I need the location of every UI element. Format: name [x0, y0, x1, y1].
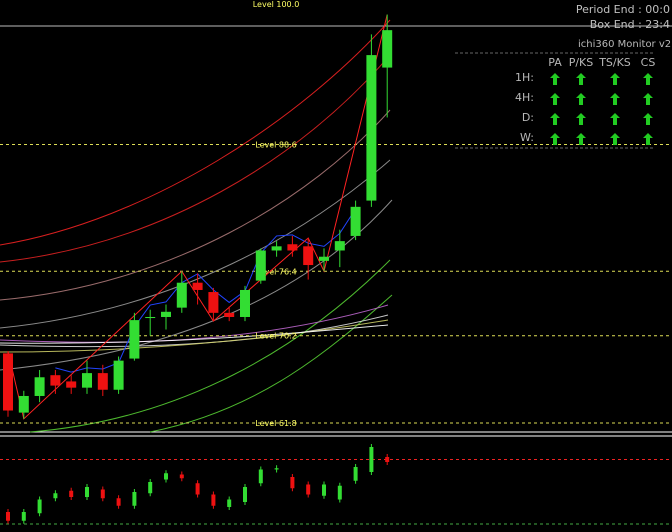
arrow-up-icon	[610, 73, 620, 85]
oscillator-bar	[69, 490, 74, 497]
arrow-up-icon	[576, 133, 586, 145]
candle-body	[192, 282, 203, 290]
arrow-up-icon	[576, 73, 586, 85]
oscillator-bar	[148, 482, 153, 494]
envelope-curve	[0, 304, 389, 343]
fib-level-label: Level 61.8	[255, 419, 296, 428]
candle-body	[161, 311, 171, 317]
candle-body	[113, 360, 124, 390]
arrow-up-icon	[610, 93, 620, 105]
arrow-up-icon	[576, 93, 586, 105]
oscillator-bar	[195, 483, 200, 495]
oscillator-bar	[164, 473, 168, 480]
envelope-curve	[0, 54, 391, 263]
arrow-up-icon	[550, 113, 560, 125]
arrow-up-icon	[576, 113, 586, 125]
oscillator-bar	[179, 474, 184, 479]
envelope-curve	[0, 19, 391, 246]
candle-body	[34, 377, 45, 396]
candle-body	[176, 282, 187, 308]
oscillator-bar	[21, 512, 26, 521]
arrow-up-icon	[643, 133, 653, 145]
candle-body	[366, 55, 377, 201]
candle-body	[240, 289, 250, 317]
oscillator-bar	[37, 499, 42, 514]
oscillator-bar	[211, 494, 216, 506]
oscillator-bar	[53, 493, 58, 499]
candle-body	[224, 312, 235, 317]
arrow-up-icon	[550, 133, 560, 145]
candle-body	[350, 206, 361, 236]
candle-body	[3, 353, 13, 411]
fib-level-label: Level 70.2	[255, 332, 296, 341]
arrow-up-icon	[550, 93, 560, 105]
oscillator-bar	[6, 512, 10, 521]
oscillator-bar	[385, 457, 390, 462]
oscillator-bar	[306, 484, 311, 495]
oscillator-bar	[353, 467, 358, 481]
arrow-up-icon	[610, 113, 620, 125]
arrow-up-icon	[643, 73, 653, 85]
period-end-label: Period End : 00:0	[575, 3, 670, 16]
oscillator-bar	[322, 484, 326, 496]
monitor-column-header: CS	[640, 56, 656, 69]
candle-body	[18, 395, 29, 413]
candle-body	[208, 292, 219, 313]
fib-level-label: Level 88.6	[255, 140, 296, 149]
candle-body	[303, 246, 314, 266]
price-chart: Level 100.0Level 88.6Level 76.4Level 70.…	[0, 0, 672, 525]
oscillator-bar	[227, 499, 232, 507]
candle-body	[271, 246, 282, 251]
oscillator-bar	[369, 447, 374, 472]
oscillator-bar	[132, 492, 137, 506]
monitor-row-label: D:	[521, 111, 534, 124]
oscillator-bar	[337, 485, 342, 500]
monitor-row-label: W:	[520, 131, 534, 144]
candle-body	[334, 241, 345, 251]
candle-body	[255, 250, 266, 281]
oscillator-bar	[85, 487, 89, 497]
arrow-up-icon	[643, 113, 653, 125]
envelope-curve	[0, 159, 391, 329]
candle-body	[382, 30, 393, 68]
monitor-row-label: 4H:	[515, 91, 534, 104]
monitor-title: ichi360 Monitor v2	[578, 39, 672, 50]
oscillator-bar	[243, 487, 247, 502]
arrow-up-icon	[610, 133, 620, 145]
oscillator-bar	[116, 498, 121, 506]
zigzag-line	[7, 14, 388, 420]
candle-body	[145, 316, 156, 319]
monitor-row-label: 1H:	[515, 71, 534, 84]
oscillator-bar	[274, 468, 279, 470]
oscillator-bar	[100, 489, 105, 499]
candle-body	[319, 256, 329, 261]
arrow-up-icon	[643, 93, 653, 105]
box-end-label: Box End : 23:4	[589, 18, 670, 31]
arrow-up-icon	[550, 73, 560, 85]
envelope-curve	[149, 294, 393, 433]
oscillator-bar	[290, 477, 295, 489]
candle-body	[287, 244, 298, 251]
candle-body	[50, 375, 61, 386]
candle-body	[66, 381, 77, 388]
candle-body	[129, 320, 140, 359]
candle-body	[82, 373, 92, 388]
fib-level-label: Level 100.0	[253, 0, 300, 9]
candle-body	[97, 373, 108, 390]
chart-window: Level 100.0 Level 88.6 Level 76.4 Level 70.…	[0, 0, 672, 532]
oscillator-bar	[258, 469, 263, 484]
